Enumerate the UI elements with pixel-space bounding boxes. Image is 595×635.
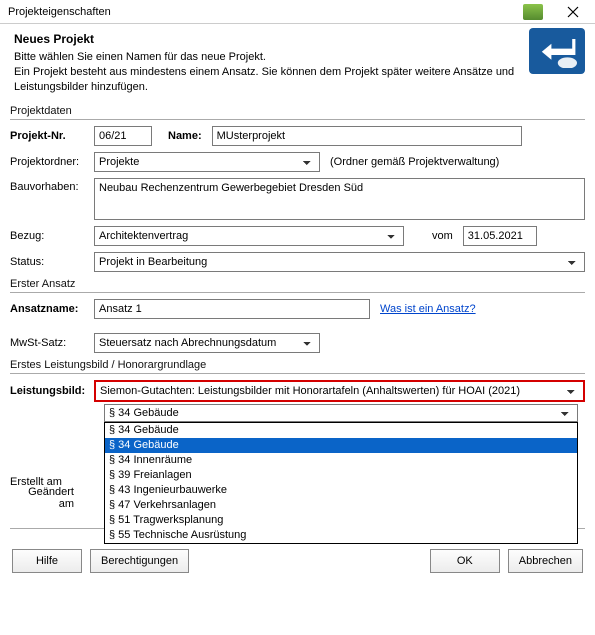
- label-projektnr: Projekt-Nr.: [10, 130, 94, 142]
- label-bauvorhaben: Bauvorhaben:: [10, 178, 94, 193]
- divider: [10, 119, 585, 120]
- subcategory-option[interactable]: § 39 Freianlagen: [105, 468, 577, 483]
- select-mwst[interactable]: Steuersatz nach Abrechnungsdatum: [94, 333, 320, 353]
- window-title: Projekteigenschaften: [8, 6, 523, 18]
- header-line2: Ein Projekt besteht aus mindestens einem…: [14, 65, 581, 95]
- subcategory-option[interactable]: § 51 Tragwerksplanung: [105, 513, 577, 528]
- wizard-header: Neues Projekt Bitte wählen Sie einen Nam…: [0, 24, 595, 99]
- title-bar: Projekteigenschaften: [0, 0, 595, 24]
- input-projektnr[interactable]: [94, 126, 152, 146]
- close-icon: [567, 6, 579, 18]
- hilfe-button[interactable]: Hilfe: [12, 549, 82, 573]
- divider: [10, 373, 585, 374]
- label-status: Status:: [10, 256, 94, 268]
- input-ansatzname[interactable]: [94, 299, 370, 319]
- group-label-erstes-lb: Erstes Leistungsbild / Honorargrundlage: [10, 359, 585, 371]
- group-erstes-lb: Erstes Leistungsbild / Honorargrundlage …: [10, 359, 585, 422]
- select-status[interactable]: Projekt in Bearbeitung: [94, 252, 585, 272]
- wizard-icon: [529, 28, 585, 74]
- subcategory-list[interactable]: § 34 Gebäude§ 34 Gebäude§ 34 Innenräume§…: [104, 422, 578, 544]
- enter-arrow-icon: [537, 34, 577, 68]
- ok-button[interactable]: OK: [430, 549, 500, 573]
- select-projektordner[interactable]: Projekte: [94, 152, 320, 172]
- subcategory-option[interactable]: § 34 Gebäude: [105, 438, 577, 453]
- close-button[interactable]: [553, 0, 593, 24]
- textarea-bauvorhaben[interactable]: Neubau Rechenzentrum Gewerbegebiet Dresd…: [94, 178, 585, 220]
- berechtigungen-button[interactable]: Berechtigungen: [90, 549, 189, 573]
- subcategory-selected[interactable]: § 34 Gebäude: [104, 404, 578, 422]
- subcategory-option[interactable]: § 47 Verkehrsanlagen: [105, 498, 577, 513]
- label-vom: vom: [432, 230, 453, 242]
- select-bezug[interactable]: Architektenvertrag: [94, 226, 404, 246]
- header-title: Neues Projekt: [14, 32, 581, 46]
- abbrechen-button[interactable]: Abbrechen: [508, 549, 583, 573]
- subcategory-option[interactable]: § 34 Innenräume: [105, 453, 577, 468]
- tray-icon[interactable]: [523, 4, 543, 20]
- label-projektordner: Projektordner:: [10, 156, 94, 168]
- button-row: Hilfe Berechtigungen OK Abbrechen: [0, 539, 595, 583]
- input-vom[interactable]: [463, 226, 537, 246]
- subcategory-option[interactable]: § 34 Gebäude: [105, 423, 577, 438]
- label-ansatzname: Ansatzname:: [10, 303, 94, 315]
- group-label-erster-ansatz: Erster Ansatz: [10, 278, 585, 290]
- divider: [10, 292, 585, 293]
- input-name[interactable]: [212, 126, 522, 146]
- hint-projektordner: (Ordner gemäß Projektverwaltung): [330, 156, 499, 168]
- label-mwst: MwSt-Satz:: [10, 337, 94, 349]
- label-bezug: Bezug:: [10, 230, 94, 242]
- group-label-projektdaten: Projektdaten: [10, 105, 585, 117]
- label-name: Name:: [168, 130, 202, 142]
- subcategory-option[interactable]: § 43 Ingenieurbauwerke: [105, 483, 577, 498]
- label-leistungsbild: Leistungsbild:: [10, 385, 94, 397]
- group-erster-ansatz: Erster Ansatz Ansatzname: Was ist ein An…: [10, 278, 585, 353]
- group-projektdaten: Projektdaten Projekt-Nr. Name: Projektor…: [10, 105, 585, 272]
- subcategory-dropdown[interactable]: § 34 Gebäude § 34 Gebäude§ 34 Gebäude§ 3…: [104, 404, 578, 422]
- select-leistungsbild[interactable]: Siemon-Gutachten: Leistungsbilder mit Ho…: [94, 380, 585, 402]
- subcategory-option[interactable]: § 55 Technische Ausrüstung: [105, 528, 577, 543]
- header-line1: Bitte wählen Sie einen Namen für das neu…: [14, 50, 581, 65]
- label-geaendert-am: Geändert am: [10, 490, 74, 506]
- link-ansatz-help[interactable]: Was ist ein Ansatz?: [380, 303, 476, 315]
